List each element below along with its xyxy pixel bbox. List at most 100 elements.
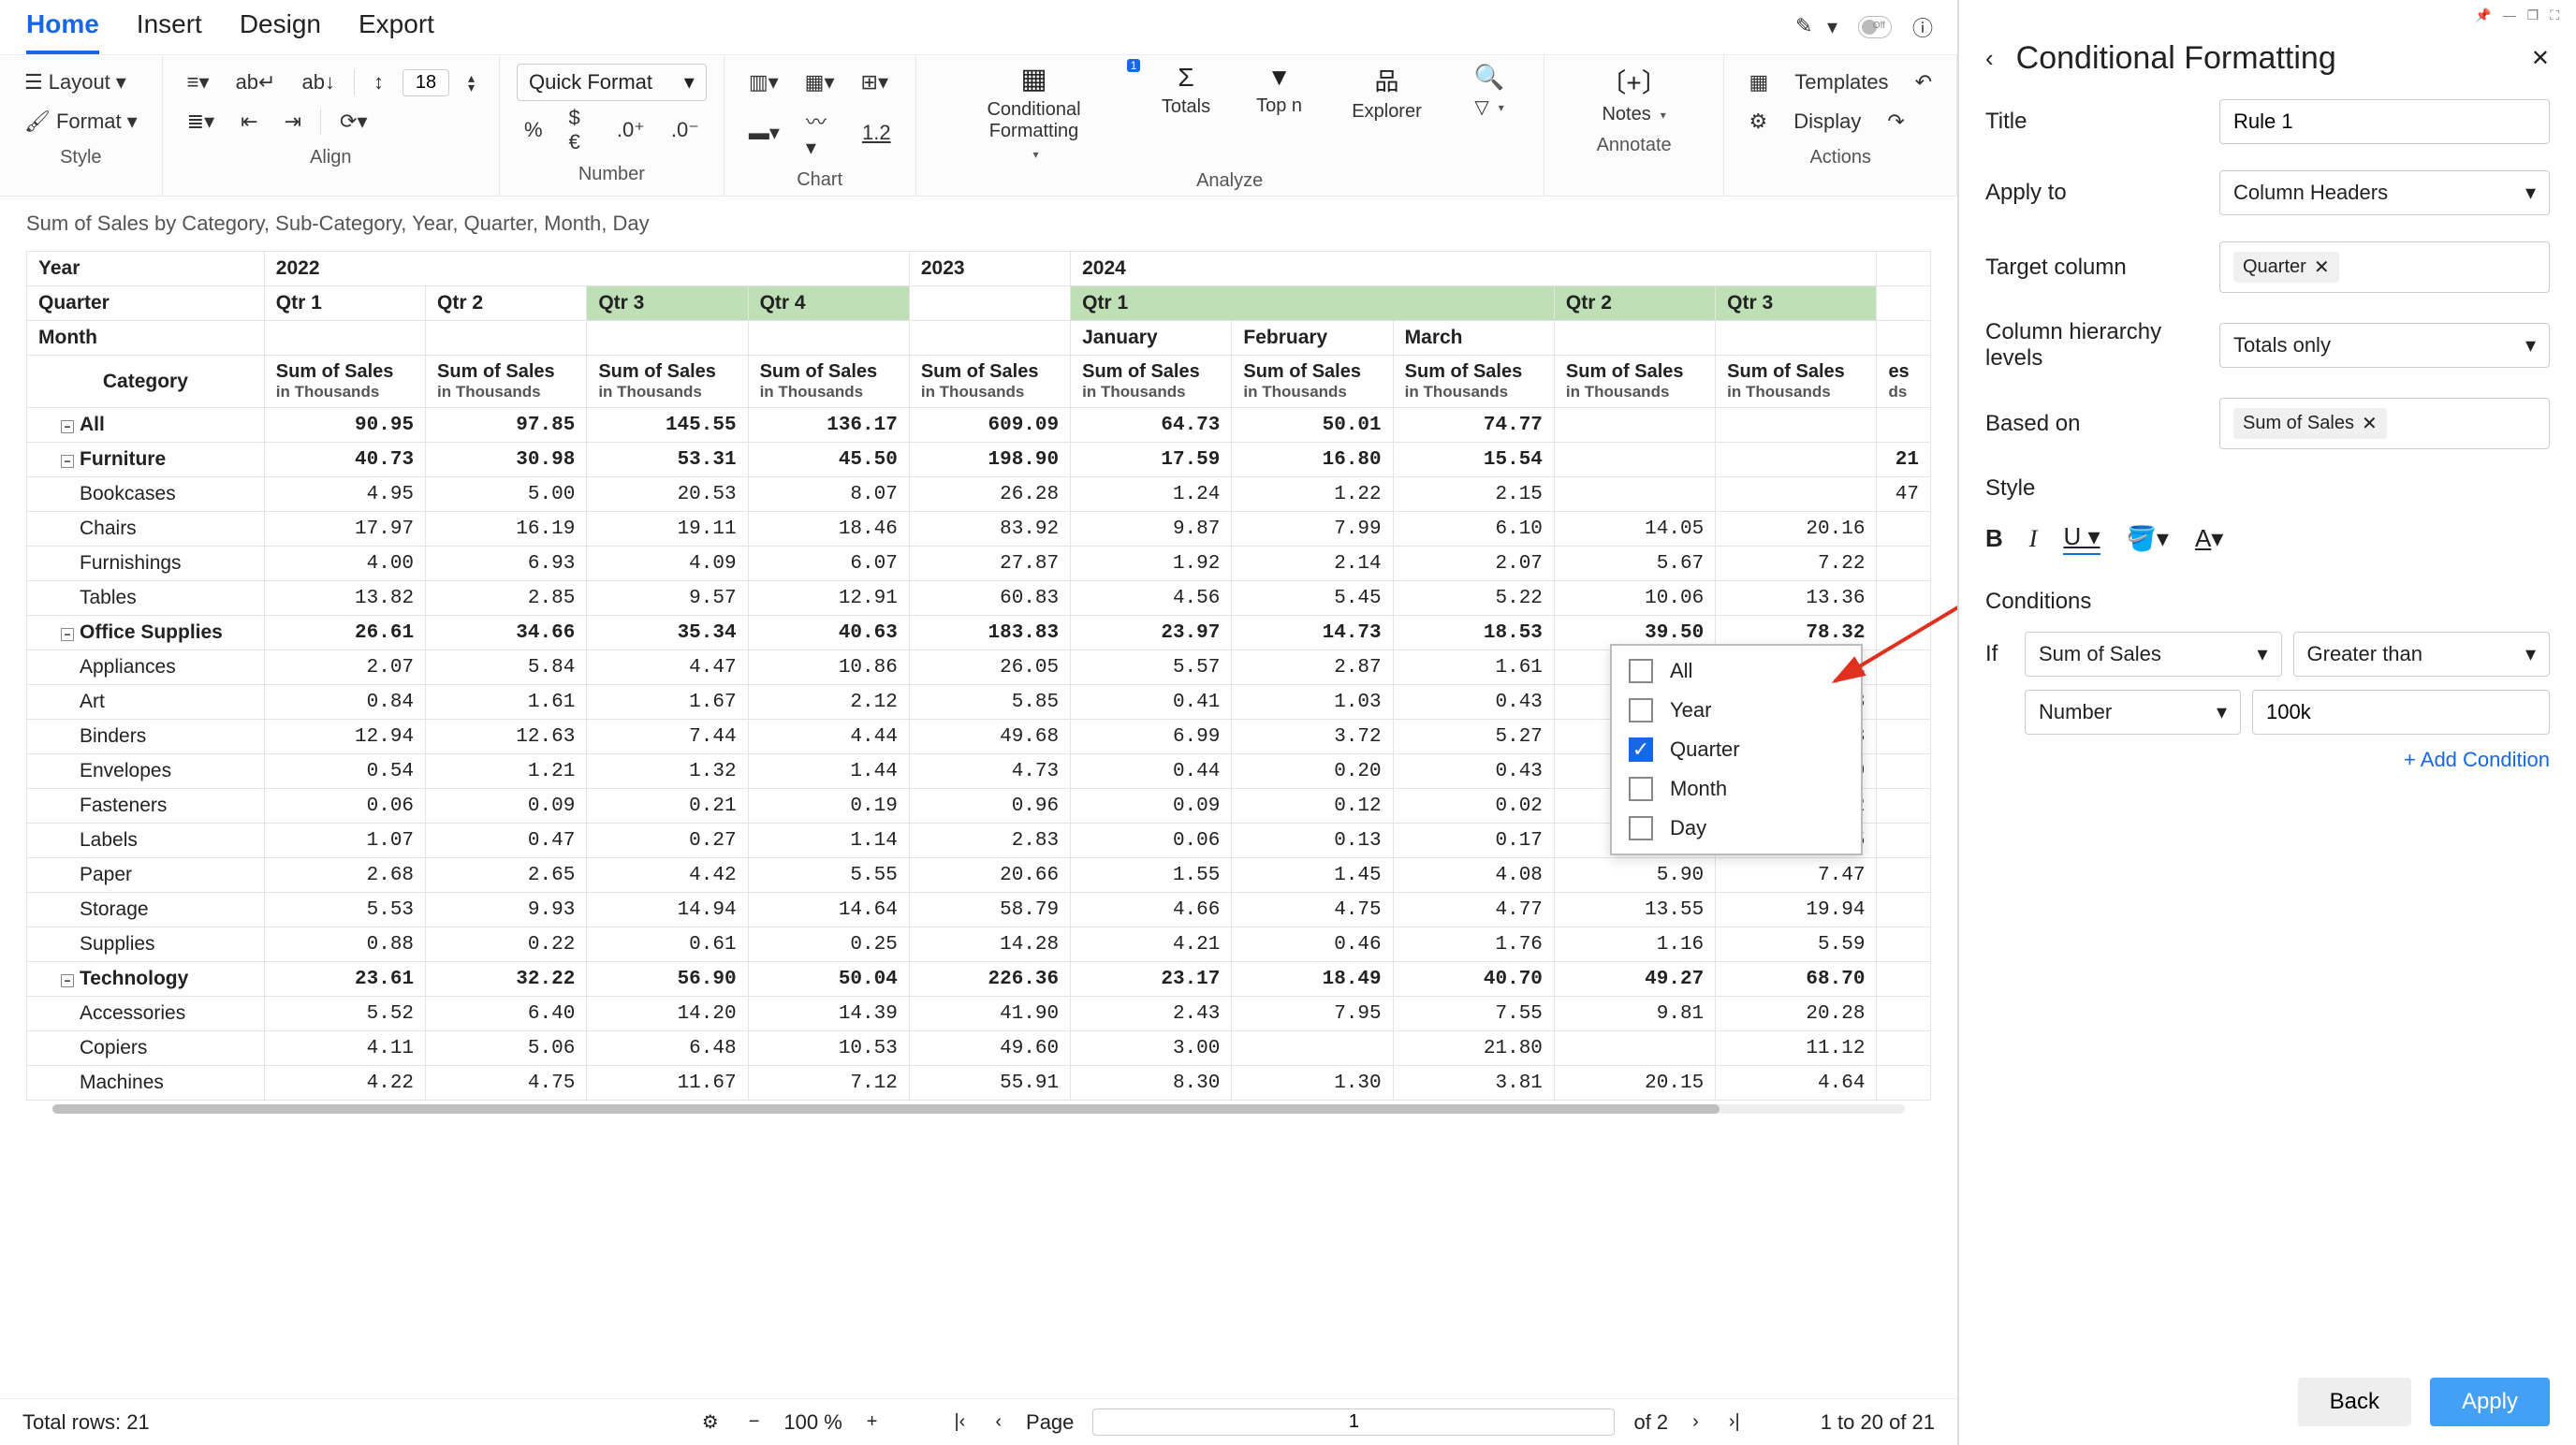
data-cell[interactable]: 58.79: [909, 893, 1070, 927]
page-input[interactable]: [1092, 1409, 1615, 1436]
row-label[interactable]: Labels: [27, 824, 265, 858]
row-label[interactable]: Supplies: [27, 927, 265, 962]
data-cell[interactable]: 0.06: [264, 789, 425, 824]
data-cell[interactable]: 68.70: [1716, 962, 1877, 997]
data-cell[interactable]: 18.53: [1393, 616, 1554, 650]
search-icon[interactable]: 🔍: [1474, 63, 1504, 91]
expand-icon[interactable]: −: [61, 628, 74, 641]
data-cell[interactable]: 64.73: [1071, 408, 1232, 443]
pin-icon[interactable]: 📌: [2475, 7, 2491, 23]
display-button[interactable]: Display: [1786, 106, 1868, 138]
data-cell[interactable]: 23.97: [1071, 616, 1232, 650]
explorer-button[interactable]: Explorer: [1344, 97, 1428, 126]
conditional-formatting-button[interactable]: Conditional Formatting: [933, 95, 1135, 165]
data-cell[interactable]: [1877, 616, 1931, 650]
undo-icon[interactable]: ↶: [1908, 66, 1939, 98]
data-cell[interactable]: 90.95: [264, 408, 425, 443]
data-cell[interactable]: 17.97: [264, 512, 425, 547]
data-cell[interactable]: 1.92: [1071, 547, 1232, 581]
data-cell[interactable]: 1.32: [587, 754, 748, 789]
expand-icon[interactable]: −: [61, 455, 74, 468]
chart-scale-icon[interactable]: 1.2: [855, 117, 899, 149]
row-label[interactable]: Envelopes: [27, 754, 265, 789]
percent-icon[interactable]: %: [517, 114, 550, 146]
data-cell[interactable]: 7.55: [1393, 997, 1554, 1031]
data-cell[interactable]: 8.30: [1071, 1066, 1232, 1101]
data-cell[interactable]: 13.55: [1554, 893, 1715, 927]
wrap2-icon[interactable]: ab↓: [294, 66, 342, 98]
page-next[interactable]: ›: [1687, 1411, 1705, 1433]
data-cell[interactable]: 5.59: [1716, 927, 1877, 962]
data-cell[interactable]: 47: [1877, 477, 1931, 512]
data-cell[interactable]: 4.77: [1393, 893, 1554, 927]
data-cell[interactable]: [1877, 962, 1931, 997]
data-cell[interactable]: 19.11: [587, 512, 748, 547]
data-cell[interactable]: [1554, 443, 1715, 477]
data-cell[interactable]: 0.02: [1393, 789, 1554, 824]
align-horiz-icon[interactable]: ≡▾: [180, 66, 217, 98]
data-cell[interactable]: 49.27: [1554, 962, 1715, 997]
data-cell[interactable]: 4.47: [587, 650, 748, 685]
data-cell[interactable]: 4.73: [909, 754, 1070, 789]
data-cell[interactable]: 5.53: [264, 893, 425, 927]
data-cell[interactable]: 609.09: [909, 408, 1070, 443]
data-cell[interactable]: 9.81: [1554, 997, 1715, 1031]
levels-select[interactable]: Totals only▾: [2219, 323, 2550, 368]
expand-icon[interactable]: −: [61, 420, 74, 433]
col-year[interactable]: 2023: [909, 252, 1070, 286]
data-cell[interactable]: [1877, 997, 1931, 1031]
data-cell[interactable]: 4.21: [1071, 927, 1232, 962]
panel-close-icon[interactable]: ✕: [2531, 45, 2550, 72]
col-qtr[interactable]: Qtr 2: [426, 286, 587, 321]
data-cell[interactable]: 49.60: [909, 1031, 1070, 1066]
notes-button[interactable]: Notes: [1594, 100, 1673, 129]
data-cell[interactable]: 6.93: [426, 547, 587, 581]
tab-design[interactable]: Design: [240, 9, 321, 54]
data-cell[interactable]: 2.15: [1393, 477, 1554, 512]
col-qtr[interactable]: Qtr 1: [264, 286, 425, 321]
info-icon[interactable]: ⓘ: [1905, 8, 1940, 46]
data-cell[interactable]: 74.77: [1393, 408, 1554, 443]
italic-button[interactable]: I: [2029, 525, 2038, 553]
data-cell[interactable]: [1877, 547, 1931, 581]
hier-option[interactable]: All: [1612, 651, 1861, 691]
redo-icon[interactable]: ↷: [1880, 106, 1911, 138]
data-cell[interactable]: 7.47: [1716, 858, 1877, 893]
data-cell[interactable]: 20.53: [587, 477, 748, 512]
row-label[interactable]: Chairs: [27, 512, 265, 547]
data-cell[interactable]: 1.24: [1071, 477, 1232, 512]
filter-button[interactable]: ▽: [1467, 92, 1511, 123]
data-cell[interactable]: 20.16: [1716, 512, 1877, 547]
data-cell[interactable]: 4.64: [1716, 1066, 1877, 1101]
data-cell[interactable]: 20.66: [909, 858, 1070, 893]
data-cell[interactable]: 5.67: [1554, 547, 1715, 581]
dec-decimal-icon[interactable]: .0⁻: [664, 114, 707, 146]
data-cell[interactable]: 4.66: [1071, 893, 1232, 927]
data-cell[interactable]: 41.90: [909, 997, 1070, 1031]
chart-type2-icon[interactable]: ▦▾: [798, 66, 842, 98]
data-cell[interactable]: 40.63: [748, 616, 909, 650]
data-cell[interactable]: 21.80: [1393, 1031, 1554, 1066]
data-cell[interactable]: 14.05: [1554, 512, 1715, 547]
data-cell[interactable]: 16.80: [1232, 443, 1393, 477]
panel-back-icon[interactable]: ‹: [1985, 44, 1994, 73]
hier-option[interactable]: Month: [1612, 769, 1861, 809]
data-cell[interactable]: [1877, 581, 1931, 616]
data-cell[interactable]: 23.17: [1071, 962, 1232, 997]
data-cell[interactable]: 2.07: [1393, 547, 1554, 581]
data-cell[interactable]: 0.47: [426, 824, 587, 858]
row-label[interactable]: Machines: [27, 1066, 265, 1101]
data-cell[interactable]: 14.64: [748, 893, 909, 927]
bold-button[interactable]: B: [1985, 524, 2003, 553]
chip-remove-icon[interactable]: ✕: [2362, 412, 2378, 435]
data-cell[interactable]: 2.65: [426, 858, 587, 893]
col-year[interactable]: 2024: [1071, 252, 1877, 286]
data-cell[interactable]: 16.19: [426, 512, 587, 547]
data-cell[interactable]: 4.09: [587, 547, 748, 581]
data-cell[interactable]: 6.07: [748, 547, 909, 581]
data-cell[interactable]: 9.57: [587, 581, 748, 616]
col-month[interactable]: February: [1232, 321, 1393, 356]
underline-button[interactable]: U ▾: [2063, 522, 2100, 555]
expand-icon[interactable]: −: [61, 974, 74, 987]
data-cell[interactable]: 5.90: [1554, 858, 1715, 893]
